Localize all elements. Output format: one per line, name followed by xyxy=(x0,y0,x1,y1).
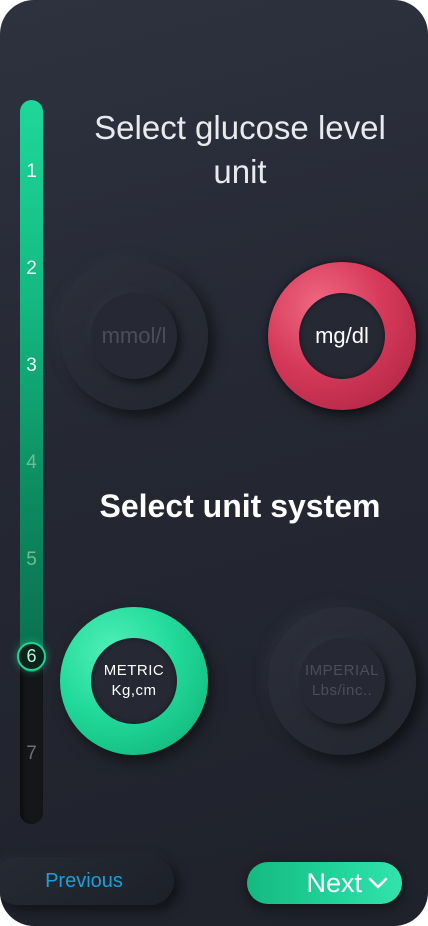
step-6-current[interactable]: 6 xyxy=(17,642,46,671)
mgdl-option-button[interactable]: mg/dl xyxy=(268,262,416,410)
previous-button-label: Previous xyxy=(45,870,123,892)
previous-button[interactable]: Previous xyxy=(0,857,174,905)
step-2[interactable]: 2 xyxy=(20,257,43,281)
metric-option-sublabel: Kg,cm xyxy=(111,682,157,699)
metric-option-face: METRIC Kg,cm xyxy=(91,638,177,724)
next-button-label: Next xyxy=(306,868,362,898)
glucose-unit-title-line1: Select glucose level xyxy=(94,109,386,146)
step-progress-rail: 1 2 3 4 5 6 7 xyxy=(17,100,46,824)
metric-option-label: METRIC xyxy=(103,662,165,679)
imperial-option-button[interactable]: IMPERIAL Lbs/inc.. xyxy=(268,607,416,755)
mmol-option-label: mmol/l xyxy=(101,323,167,348)
app-screen: 1 2 3 4 5 6 7 Select glucose level unit … xyxy=(0,0,428,926)
chevron-down-icon xyxy=(368,877,388,889)
mmol-option-button[interactable]: mmol/l xyxy=(60,262,208,410)
unit-system-title: Select unit system xyxy=(99,488,381,524)
glucose-unit-title-line2: unit xyxy=(213,153,267,190)
mgdl-option-label: mg/dl xyxy=(315,323,369,348)
step-4[interactable]: 4 xyxy=(20,451,43,475)
glucose-unit-title: Select glucose level unit xyxy=(60,106,420,194)
step-7[interactable]: 7 xyxy=(20,742,43,766)
next-button[interactable]: Next xyxy=(247,862,402,904)
step-progress-fill xyxy=(20,100,43,672)
step-3[interactable]: 3 xyxy=(20,354,43,378)
metric-option-button[interactable]: METRIC Kg,cm xyxy=(60,607,208,755)
imperial-option-sublabel: Lbs/inc.. xyxy=(311,682,373,699)
imperial-option-face: IMPERIAL Lbs/inc.. xyxy=(299,638,385,724)
imperial-option-label: IMPERIAL xyxy=(304,662,380,679)
step-5[interactable]: 5 xyxy=(20,548,43,572)
step-1[interactable]: 1 xyxy=(20,160,43,184)
mgdl-option-face: mg/dl xyxy=(299,293,385,379)
mmol-option-face: mmol/l xyxy=(91,293,177,379)
